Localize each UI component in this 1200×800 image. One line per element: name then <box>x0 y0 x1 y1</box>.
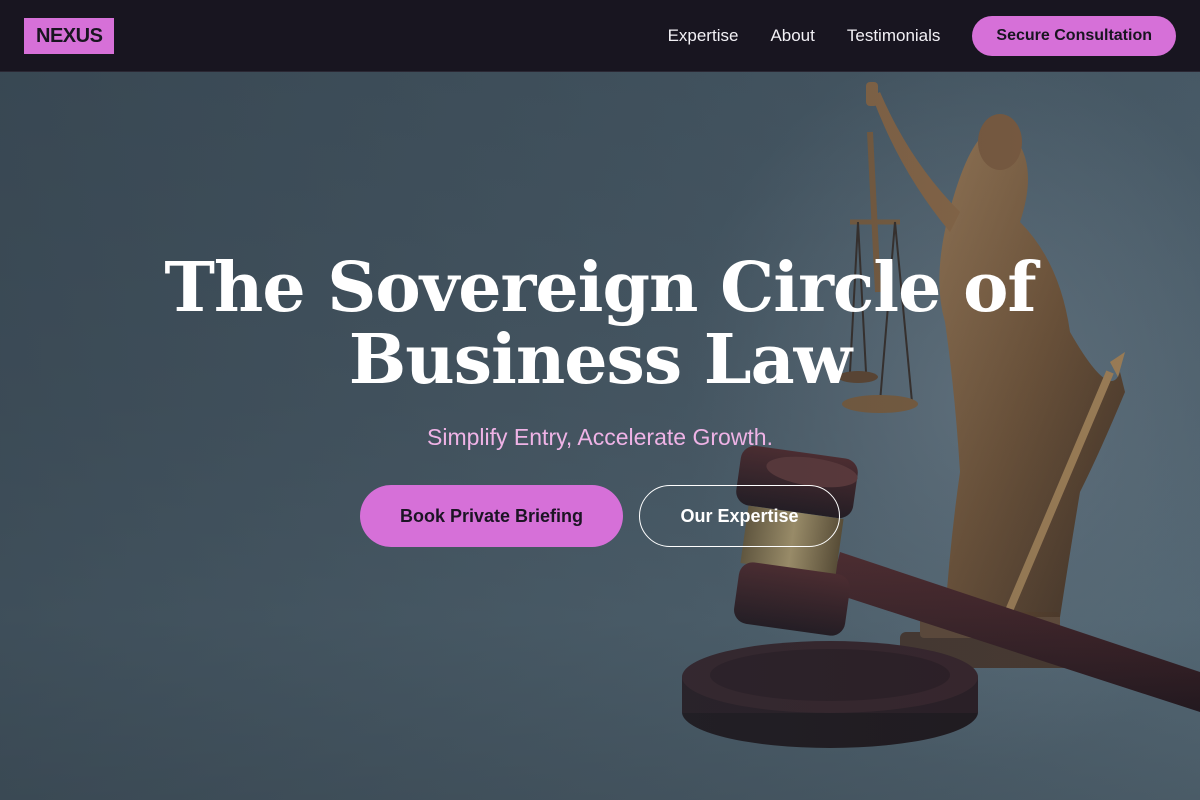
hero-content: The Sovereign Circle of Business Law Sim… <box>0 72 1200 800</box>
nexus-logo[interactable]: NEXUS <box>24 17 115 54</box>
secure-consultation-button[interactable]: Secure Consultation <box>972 15 1176 56</box>
book-private-briefing-button[interactable]: Book Private Briefing <box>360 485 623 547</box>
hero-section: The Sovereign Circle of Business Law Sim… <box>0 72 1200 800</box>
top-navigation-bar: NEXUS Expertise About Testimonials Secur… <box>0 0 1200 72</box>
headline-line-1: The Sovereign Circle of <box>164 248 1036 328</box>
hero-subheadline: Simplify Entry, Accelerate Growth. <box>427 424 773 450</box>
headline-line-2: Business Law <box>348 320 852 400</box>
nav-link-testimonials[interactable]: Testimonials <box>847 26 941 46</box>
our-expertise-button[interactable]: Our Expertise <box>639 485 840 547</box>
nav-link-about[interactable]: About <box>770 26 814 46</box>
nav-link-expertise[interactable]: Expertise <box>668 26 739 46</box>
hero-headline: The Sovereign Circle of Business Law <box>150 252 1050 396</box>
nav-links: Expertise About Testimonials Secure Cons… <box>636 15 1176 56</box>
